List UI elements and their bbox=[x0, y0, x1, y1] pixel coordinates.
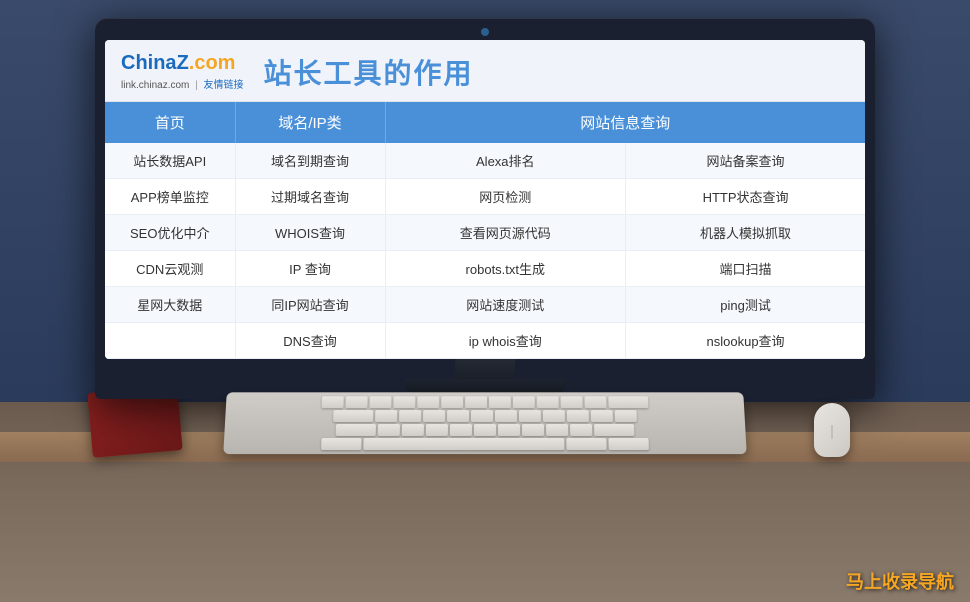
table-row: APP榜单监控 过期域名查询 网页检测 HTTP状态查询 bbox=[105, 179, 865, 215]
key bbox=[513, 396, 535, 408]
bottom-right-text: 马上收录导航 bbox=[846, 568, 954, 594]
key bbox=[591, 410, 613, 422]
key-row-2 bbox=[231, 410, 739, 422]
key bbox=[471, 410, 493, 422]
table-row: CDN云观测 IP 查询 robots.txt生成 端口扫描 bbox=[105, 251, 865, 287]
key bbox=[336, 424, 376, 436]
cell-info2-4: 端口扫描 bbox=[626, 251, 865, 287]
key bbox=[441, 396, 463, 408]
cell-info2-5: ping测试 bbox=[626, 287, 865, 323]
content-table: 首页 域名/IP类 网站信息查询 站长数据API 域名到期查询 Alexa排名 … bbox=[105, 102, 865, 359]
key bbox=[566, 438, 606, 450]
cell-domain-3: WHOIS查询 bbox=[235, 215, 385, 251]
keyboard bbox=[223, 392, 747, 454]
key bbox=[399, 410, 421, 422]
logo-dotcom-text: .com bbox=[189, 52, 236, 74]
cell-homepage-1: 站长数据API bbox=[105, 143, 235, 179]
key bbox=[321, 438, 362, 450]
key bbox=[608, 438, 649, 450]
key bbox=[570, 424, 592, 436]
key bbox=[537, 396, 559, 408]
key bbox=[594, 424, 634, 436]
cell-homepage-2: APP榜单监控 bbox=[105, 179, 235, 215]
cell-info1-2: 网页检测 bbox=[385, 179, 626, 215]
key bbox=[615, 410, 637, 422]
spacebar-key bbox=[363, 438, 564, 450]
cell-info2-6: nslookup查询 bbox=[626, 323, 865, 359]
key bbox=[519, 410, 541, 422]
key bbox=[378, 424, 400, 436]
logo-sub-text: link.chinaz.com | 友情链接 bbox=[121, 76, 244, 91]
cell-info1-5: 网站速度测试 bbox=[385, 287, 626, 323]
monitor-screen: ChinaZ.com link.chinaz.com | 友情链接 站长工具的作… bbox=[105, 40, 865, 359]
key bbox=[369, 396, 391, 408]
table-row: DNS查询 ip whois查询 nslookup查询 bbox=[105, 323, 865, 359]
cell-info2-2: HTTP状态查询 bbox=[626, 179, 865, 215]
key bbox=[522, 424, 544, 436]
key-row-3 bbox=[230, 424, 739, 436]
monitor: ChinaZ.com link.chinaz.com | 友情链接 站长工具的作… bbox=[95, 18, 875, 399]
logo-youqing-text: 友情链接 bbox=[204, 80, 244, 91]
key bbox=[450, 424, 472, 436]
key bbox=[423, 410, 445, 422]
key bbox=[322, 396, 344, 408]
cell-homepage-6 bbox=[105, 323, 235, 359]
screen-title: 站长工具的作用 bbox=[264, 52, 474, 92]
col-header-info: 网站信息查询 bbox=[385, 102, 865, 143]
key bbox=[393, 396, 415, 408]
cell-homepage-4: CDN云观测 bbox=[105, 251, 235, 287]
logo-main: ChinaZ.com bbox=[121, 52, 244, 74]
screen-header: ChinaZ.com link.chinaz.com | 友情链接 站长工具的作… bbox=[105, 40, 865, 102]
cell-domain-6: DNS查询 bbox=[235, 323, 385, 359]
cell-homepage-5: 星网大数据 bbox=[105, 287, 235, 323]
key bbox=[333, 410, 373, 422]
logo-area: ChinaZ.com link.chinaz.com | 友情链接 bbox=[121, 52, 244, 91]
cell-homepage-3: SEO优化中介 bbox=[105, 215, 235, 251]
key bbox=[546, 424, 568, 436]
key bbox=[345, 396, 367, 408]
mouse-line bbox=[832, 425, 833, 439]
key bbox=[561, 396, 583, 408]
key bbox=[402, 424, 424, 436]
key bbox=[567, 410, 589, 422]
cell-domain-4: IP 查询 bbox=[235, 251, 385, 287]
key bbox=[489, 396, 511, 408]
key bbox=[417, 396, 439, 408]
mouse bbox=[814, 403, 850, 457]
cell-domain-5: 同IP网站查询 bbox=[235, 287, 385, 323]
key bbox=[608, 396, 648, 408]
cell-domain-1: 域名到期查询 bbox=[235, 143, 385, 179]
key bbox=[584, 396, 606, 408]
cell-info1-3: 查看网页源代码 bbox=[385, 215, 626, 251]
table-row: SEO优化中介 WHOIS查询 查看网页源代码 机器人模拟抓取 bbox=[105, 215, 865, 251]
key bbox=[465, 396, 487, 408]
table-row: 站长数据API 域名到期查询 Alexa排名 网站备案查询 bbox=[105, 143, 865, 179]
cell-domain-2: 过期域名查询 bbox=[235, 179, 385, 215]
logo-link-text: link.chinaz.com bbox=[121, 80, 189, 91]
key bbox=[498, 424, 520, 436]
monitor-stand-neck bbox=[455, 359, 515, 379]
key bbox=[474, 424, 496, 436]
table-row: 星网大数据 同IP网站查询 网站速度测试 ping测试 bbox=[105, 287, 865, 323]
monitor-camera bbox=[481, 28, 489, 36]
logo-z-text: Z bbox=[177, 52, 189, 74]
col-header-homepage: 首页 bbox=[105, 102, 235, 143]
key bbox=[447, 410, 469, 422]
logo-china-text: China bbox=[121, 52, 177, 74]
key bbox=[495, 410, 517, 422]
key-row-4 bbox=[229, 438, 740, 450]
cell-info1-1: Alexa排名 bbox=[385, 143, 626, 179]
key bbox=[543, 410, 565, 422]
key bbox=[375, 410, 397, 422]
key-row-1 bbox=[232, 396, 738, 408]
col-header-domain: 域名/IP类 bbox=[235, 102, 385, 143]
monitor-stand-base bbox=[405, 379, 565, 393]
cell-info1-4: robots.txt生成 bbox=[385, 251, 626, 287]
cell-info1-6: ip whois查询 bbox=[385, 323, 626, 359]
cell-info2-3: 机器人模拟抓取 bbox=[626, 215, 865, 251]
cell-info2-1: 网站备案查询 bbox=[626, 143, 865, 179]
key bbox=[426, 424, 448, 436]
